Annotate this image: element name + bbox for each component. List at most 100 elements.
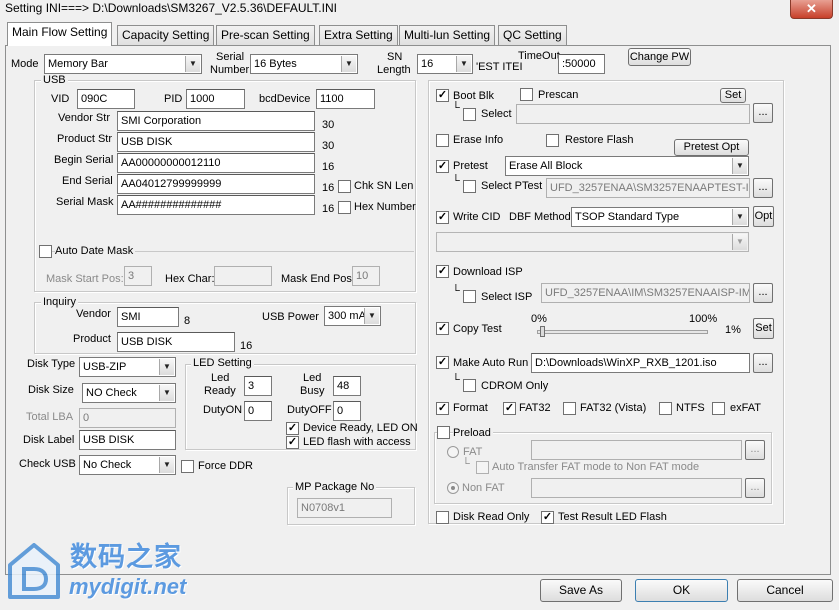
tree-branch-icon: └ [452,175,460,187]
tab-capacity-setting[interactable]: Capacity Setting [117,25,215,45]
timeout-input[interactable]: :50000 [558,54,605,74]
vendor-str-length: 30 [322,119,335,131]
duty-on-input[interactable]: 0 [244,401,272,421]
ntfs-checkbox[interactable] [659,402,672,415]
mode-select[interactable]: Memory Bar ▼ [44,54,202,74]
disk-label-input[interactable]: USB DISK [79,430,176,450]
device-ready-checkbox[interactable]: ✓ [286,422,299,435]
ptest-browse-button[interactable]: ... [753,178,773,198]
dbf-method-value: TSOP Standard Type [575,211,680,223]
tree-branch-icon: └ [452,374,460,386]
select-ptest-checkbox[interactable] [463,180,476,193]
chevron-down-icon: ▼ [159,457,174,473]
preload-label: Preload [453,427,493,440]
exfat-checkbox[interactable] [712,402,725,415]
ok-button[interactable]: OK [635,579,728,602]
non-fat-browse-button[interactable]: ... [745,478,765,498]
bcd-device-input[interactable]: 1100 [316,89,375,109]
erase-info-checkbox[interactable] [436,134,449,147]
inquiry-product-input[interactable]: USB DISK [117,332,235,352]
disk-size-value: NO Check [86,387,137,399]
inquiry-vendor-input[interactable]: SMI [117,307,179,327]
disk-size-select[interactable]: NO Check ▼ [82,383,176,403]
restore-flash-checkbox[interactable] [546,134,559,147]
fat-browse-button[interactable]: ... [745,440,765,460]
tab-extra-setting[interactable]: Extra Setting [319,25,398,45]
test-result-led-label: Test Result LED Flash [558,511,667,523]
copy-test-checkbox[interactable]: ✓ [436,322,449,335]
auto-date-mask-checkbox[interactable] [39,245,52,258]
boot-browse-button[interactable]: ... [753,103,773,123]
sn-length-value: 16 [421,58,434,70]
change-pw-button[interactable]: Change PW [628,48,691,66]
tab-multi-lun-setting[interactable]: Multi-lun Setting [399,25,496,45]
hex-char-input[interactable] [214,266,272,286]
write-cid-opt-button[interactable]: Opt [753,206,774,227]
download-isp-checkbox[interactable]: ✓ [436,265,449,278]
total-lba-label: Total LBA [26,411,74,423]
erase-info-label: Erase Info [453,134,504,146]
save-as-button[interactable]: Save As [540,579,622,602]
check-usb-select[interactable]: No Check ▼ [79,455,176,475]
led-busy-input[interactable]: 48 [333,376,361,396]
prescan-checkbox[interactable] [520,88,533,101]
led-ready-input[interactable]: 3 [244,376,272,396]
pretest-checkbox[interactable]: ✓ [436,160,449,173]
copy-test-slider-thumb[interactable] [540,326,545,337]
hex-number-checkbox[interactable] [338,201,351,214]
make-auto-run-checkbox[interactable]: ✓ [436,356,449,369]
preload-checkbox[interactable] [437,426,450,439]
total-lba-input[interactable]: 0 [79,408,176,428]
disk-read-only-checkbox[interactable] [436,511,449,524]
select-isp-checkbox[interactable] [463,290,476,303]
boot-blk-checkbox[interactable]: ✓ [436,89,449,102]
mask-start-pos-input[interactable]: 3 [124,266,152,286]
dbf-method-select[interactable]: TSOP Standard Type ▼ [571,207,749,227]
fat32-checkbox[interactable]: ✓ [503,402,516,415]
copy-test-slider-track[interactable] [537,326,708,337]
vendor-str-input[interactable]: SMI Corporation [117,111,315,131]
write-cid-checkbox[interactable]: ✓ [436,211,449,224]
usb-power-value: 300 mA [328,310,366,322]
write-cid-label: Write CID [453,211,501,223]
led-flash-access-checkbox[interactable]: ✓ [286,436,299,449]
test-result-led-checkbox[interactable]: ✓ [541,511,554,524]
sn-length-select[interactable]: 16 ▼ [417,54,473,74]
duty-off-input[interactable]: 0 [333,401,361,421]
auto-transfer-checkbox[interactable] [476,461,489,474]
pid-input[interactable]: 1000 [186,89,245,109]
fat32-vista-checkbox[interactable] [563,402,576,415]
watermark-cn: 数码之家 [70,542,182,572]
cdrom-only-checkbox[interactable] [463,379,476,392]
serial-mask-input[interactable]: AA############## [117,195,315,215]
serial-number-select[interactable]: 16 Bytes ▼ [250,54,358,74]
tab-main-flow-setting[interactable]: Main Flow Setting [7,22,113,46]
tab-pre-scan-setting[interactable]: Pre-scan Setting [216,25,315,45]
close-button[interactable]: ✕ [790,0,833,19]
cancel-button[interactable]: Cancel [737,579,833,602]
tab-qc-setting[interactable]: QC Setting [498,25,567,45]
force-ddr-checkbox[interactable] [181,460,194,473]
fat-radio[interactable] [447,446,459,458]
cid-extra-select: ▼ [436,232,749,252]
chk-sn-len-checkbox[interactable] [338,180,351,193]
test-item-label: 'EST ITEI [476,61,523,73]
usb-power-select[interactable]: 300 mA ▼ [324,306,381,326]
boot-blk-set-button[interactable]: Set [720,88,746,103]
boot-select-checkbox[interactable] [463,108,476,121]
pretest-mode-select[interactable]: Erase All Block ▼ [505,156,749,176]
format-checkbox[interactable]: ✓ [436,402,449,415]
end-serial-input[interactable]: AA04012799999999 [117,174,315,194]
non-fat-radio[interactable] [447,482,459,494]
autorun-path-input[interactable]: D:\Downloads\WinXP_RXB_1201.iso [531,353,750,373]
chk-sn-len-label: Chk SN Len [354,180,414,192]
begin-serial-input[interactable]: AA00000000012110 [117,153,315,173]
autorun-browse-button[interactable]: ... [753,353,773,373]
isp-browse-button[interactable]: ... [753,283,773,303]
product-str-input[interactable]: USB DISK [117,132,315,152]
vid-input[interactable]: 090C [77,89,135,109]
disk-type-select[interactable]: USB-ZIP ▼ [79,357,176,377]
copy-test-set-button[interactable]: Set [753,318,774,339]
mask-end-pos-input[interactable]: 10 [352,266,380,286]
pretest-opt-button[interactable]: Pretest Opt [674,139,749,156]
